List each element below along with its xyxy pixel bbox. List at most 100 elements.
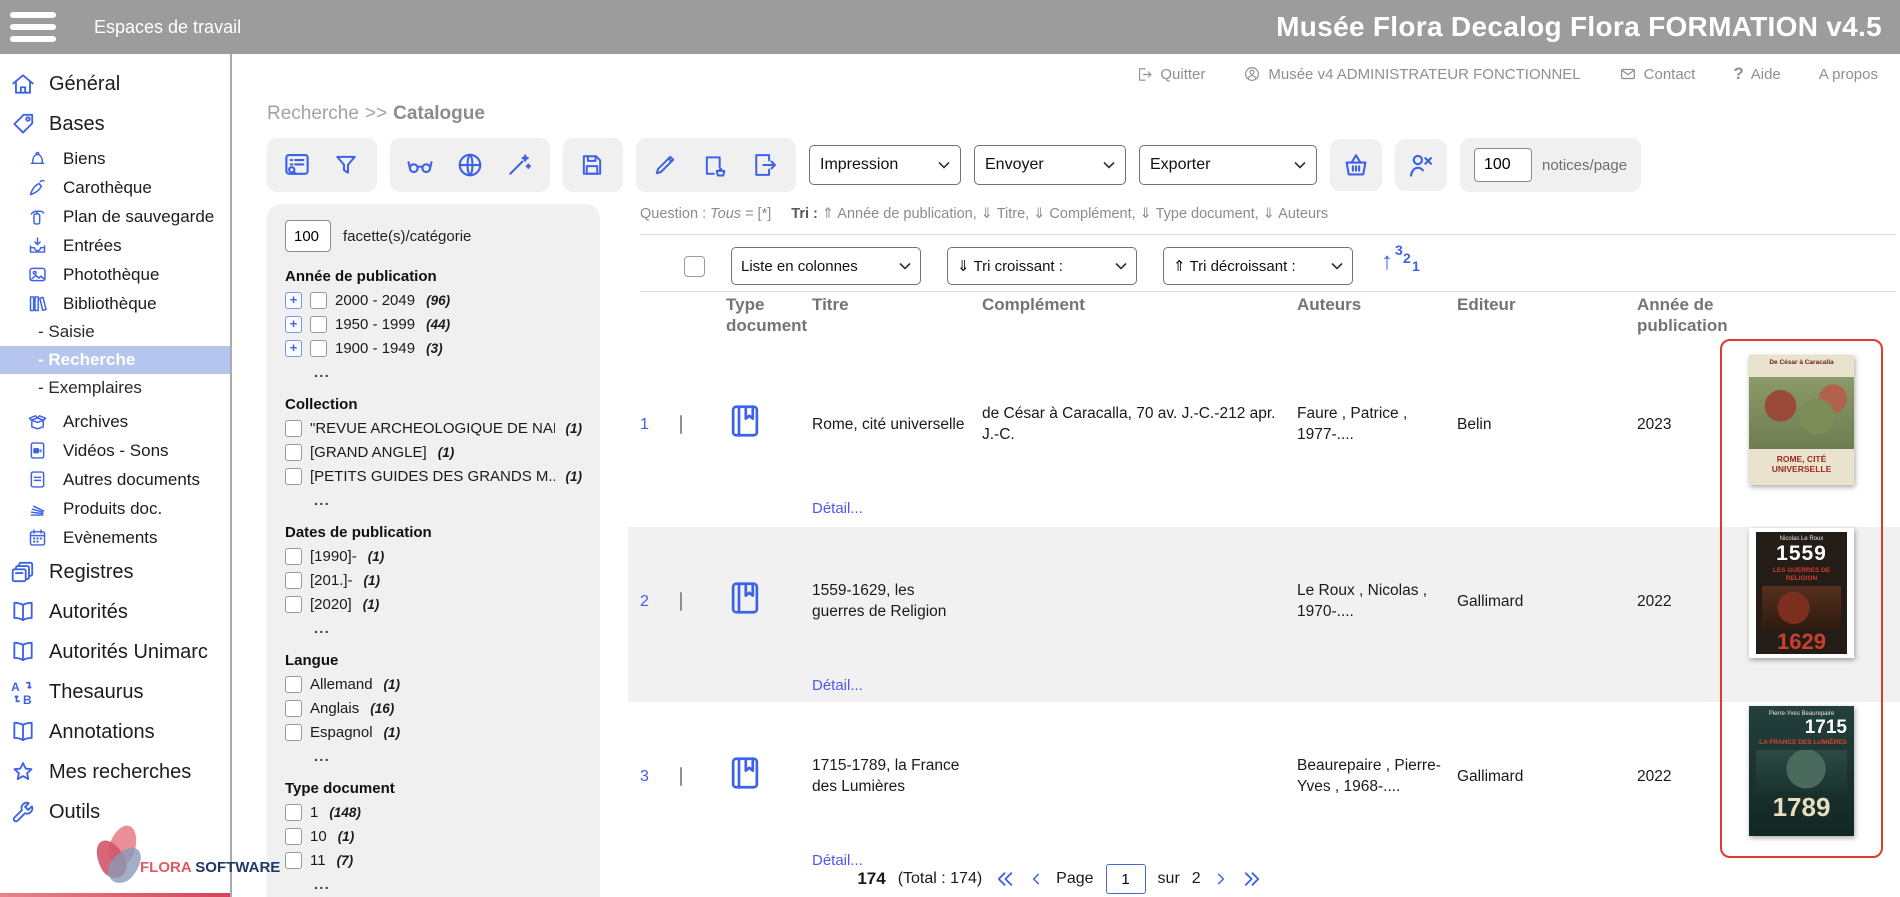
save-button[interactable] bbox=[578, 150, 608, 180]
facet-more-link[interactable]: ... bbox=[314, 364, 582, 380]
facet-more-link[interactable]: ... bbox=[314, 620, 582, 636]
last-page-button[interactable] bbox=[1241, 869, 1263, 889]
sidebar-item-exemplaires[interactable]: - Exemplaires bbox=[0, 374, 230, 402]
column-header-titre[interactable]: Titre bbox=[812, 294, 982, 336]
facet-count-input[interactable] bbox=[285, 220, 331, 252]
cell-complement: de César à Caracalla, 70 av. J.-C.-212 a… bbox=[982, 403, 1297, 445]
row-checkbox[interactable] bbox=[680, 415, 682, 434]
sidebar-item-annotations[interactable]: Annotations bbox=[0, 712, 230, 752]
column-header-auteurs[interactable]: Auteurs bbox=[1297, 294, 1457, 336]
sidebar-item-registres[interactable]: Registres bbox=[0, 552, 230, 592]
notices-per-page-input[interactable] bbox=[1474, 148, 1532, 182]
sidebar-item-bases[interactable]: Bases bbox=[0, 104, 230, 144]
user-remove-button[interactable] bbox=[1395, 139, 1447, 191]
facet-checkbox[interactable] bbox=[285, 828, 302, 845]
facet-checkbox[interactable] bbox=[285, 596, 302, 613]
sidebar-item-evenements[interactable]: Evènements bbox=[0, 523, 230, 552]
sidebar-item-archives[interactable]: Archives bbox=[0, 407, 230, 436]
facet-checkbox[interactable] bbox=[285, 724, 302, 741]
sidebar-item-mes-recherches[interactable]: Mes recherches bbox=[0, 752, 230, 792]
detail-link[interactable]: Détail... bbox=[812, 677, 863, 694]
sidebar-item-phototheque[interactable]: Photothèque bbox=[0, 260, 230, 289]
contact-link[interactable]: Contact bbox=[1619, 65, 1696, 83]
list-search-button[interactable] bbox=[282, 150, 312, 180]
sidebar-item-plan-sauvegarde[interactable]: Plan de sauvegarde bbox=[0, 202, 230, 231]
expand-plus-icon[interactable]: + bbox=[285, 316, 302, 333]
sidebar-item-biens[interactable]: Biens bbox=[0, 144, 230, 173]
cover-thumbnail-1715[interactable]: Pierre-Yves Beaurepaire 1715 LA FRANCE D… bbox=[1749, 706, 1854, 836]
sidebar-item-bibliotheque[interactable]: Bibliothèque bbox=[0, 289, 230, 318]
prev-page-button[interactable] bbox=[1028, 869, 1044, 889]
facet-more-link[interactable]: ... bbox=[314, 748, 582, 764]
row-checkbox[interactable] bbox=[680, 767, 682, 786]
facet-more-link[interactable]: ... bbox=[314, 492, 582, 508]
magic-wand-button[interactable] bbox=[505, 150, 535, 180]
glasses-button[interactable] bbox=[405, 150, 435, 180]
sidebar-item-carotheque[interactable]: Carothèque bbox=[0, 173, 230, 202]
facet-more-link[interactable]: ... bbox=[314, 876, 582, 892]
row-number-link[interactable]: 3 bbox=[640, 766, 680, 787]
book-type-icon[interactable] bbox=[726, 752, 764, 794]
divider bbox=[640, 234, 1896, 235]
liste-en-colonnes-select[interactable]: Liste en colonnes bbox=[731, 247, 921, 285]
apropos-link[interactable]: A propos bbox=[1819, 66, 1878, 83]
quitter-link[interactable]: Quitter bbox=[1136, 66, 1205, 83]
basket-button[interactable] bbox=[1330, 139, 1382, 191]
breadcrumb-section[interactable]: Recherche bbox=[267, 103, 359, 124]
facet-checkbox[interactable] bbox=[285, 804, 302, 821]
sidebar-item-autorites-unimarc[interactable]: Autorités Unimarc bbox=[0, 632, 230, 672]
sidebar-item-recherche[interactable]: - Recherche bbox=[0, 346, 230, 374]
facet-checkbox[interactable] bbox=[310, 316, 327, 333]
sidebar-item-produits-doc[interactable]: Produits doc. bbox=[0, 494, 230, 523]
column-header-complement[interactable]: Complément bbox=[982, 294, 1297, 336]
sidebar-item-autres-documents[interactable]: Autres documents bbox=[0, 465, 230, 494]
column-header-type[interactable]: Type document bbox=[726, 294, 812, 336]
sidebar-item-autorites[interactable]: Autorités bbox=[0, 592, 230, 632]
filter-funnel-button[interactable] bbox=[332, 150, 362, 180]
expand-plus-icon[interactable]: + bbox=[285, 340, 302, 357]
facet-checkbox[interactable] bbox=[285, 676, 302, 693]
next-page-button[interactable] bbox=[1213, 869, 1229, 889]
globe-button[interactable] bbox=[455, 150, 485, 180]
menu-hamburger-icon[interactable] bbox=[10, 12, 56, 42]
column-header-annee[interactable]: Année de publication bbox=[1637, 294, 1782, 336]
book-type-icon[interactable] bbox=[726, 400, 764, 442]
tri-decroissant-select[interactable]: ⇑ Tri décroissant : bbox=[1163, 247, 1353, 285]
facet-checkbox[interactable] bbox=[285, 700, 302, 717]
facet-checkbox[interactable] bbox=[285, 852, 302, 869]
row-checkbox[interactable] bbox=[680, 592, 682, 611]
envoyer-select[interactable]: Envoyer bbox=[974, 145, 1126, 185]
facet-checkbox[interactable] bbox=[310, 292, 327, 309]
select-all-checkbox[interactable] bbox=[684, 256, 705, 277]
sort-321-button[interactable]: 3 2 1 ↑ bbox=[1379, 246, 1419, 286]
sidebar-item-videos-sons[interactable]: Vidéos - Sons bbox=[0, 436, 230, 465]
facet-checkbox[interactable] bbox=[285, 468, 302, 485]
user-menu[interactable]: Musée v4 ADMINISTRATEUR FONCTIONNEL bbox=[1243, 65, 1580, 83]
edit-pencil-button[interactable] bbox=[651, 150, 681, 180]
book-type-icon[interactable] bbox=[726, 577, 764, 619]
expand-plus-icon[interactable]: + bbox=[285, 292, 302, 309]
facet-checkbox[interactable] bbox=[310, 340, 327, 357]
sidebar-item-saisie[interactable]: - Saisie bbox=[0, 318, 230, 346]
sidebar-item-thesaurus[interactable]: AB Thesaurus bbox=[0, 672, 230, 712]
column-header-editeur[interactable]: Editeur bbox=[1457, 294, 1637, 336]
facet-checkbox[interactable] bbox=[285, 548, 302, 565]
cover-thumbnail-1559[interactable]: Nicolas Le Roux 1559 LES GUERRES DE RELI… bbox=[1749, 528, 1854, 658]
sidebar-item-entrees[interactable]: Entrées bbox=[0, 231, 230, 260]
tri-croissant-select[interactable]: ⇓ Tri croissant : bbox=[947, 247, 1137, 285]
exporter-select[interactable]: Exporter bbox=[1139, 145, 1317, 185]
sidebar-item-general[interactable]: Général bbox=[0, 64, 230, 104]
facet-checkbox[interactable] bbox=[285, 444, 302, 461]
first-page-button[interactable] bbox=[994, 869, 1016, 889]
row-number-link[interactable]: 2 bbox=[640, 591, 680, 612]
document-export-button[interactable] bbox=[751, 150, 781, 180]
page-number-input[interactable] bbox=[1106, 864, 1146, 894]
row-number-link[interactable]: 1 bbox=[640, 414, 680, 435]
impression-select[interactable]: Impression bbox=[809, 145, 961, 185]
detail-link[interactable]: Détail... bbox=[812, 500, 863, 517]
cover-thumbnail-rome[interactable]: De César à Caracalla ROME, CITÉ UNIVERSE… bbox=[1749, 355, 1854, 485]
document-basket-button[interactable] bbox=[701, 150, 731, 180]
facet-checkbox[interactable] bbox=[285, 572, 302, 589]
aide-link[interactable]: ? Aide bbox=[1733, 64, 1780, 84]
facet-checkbox[interactable] bbox=[285, 420, 302, 437]
